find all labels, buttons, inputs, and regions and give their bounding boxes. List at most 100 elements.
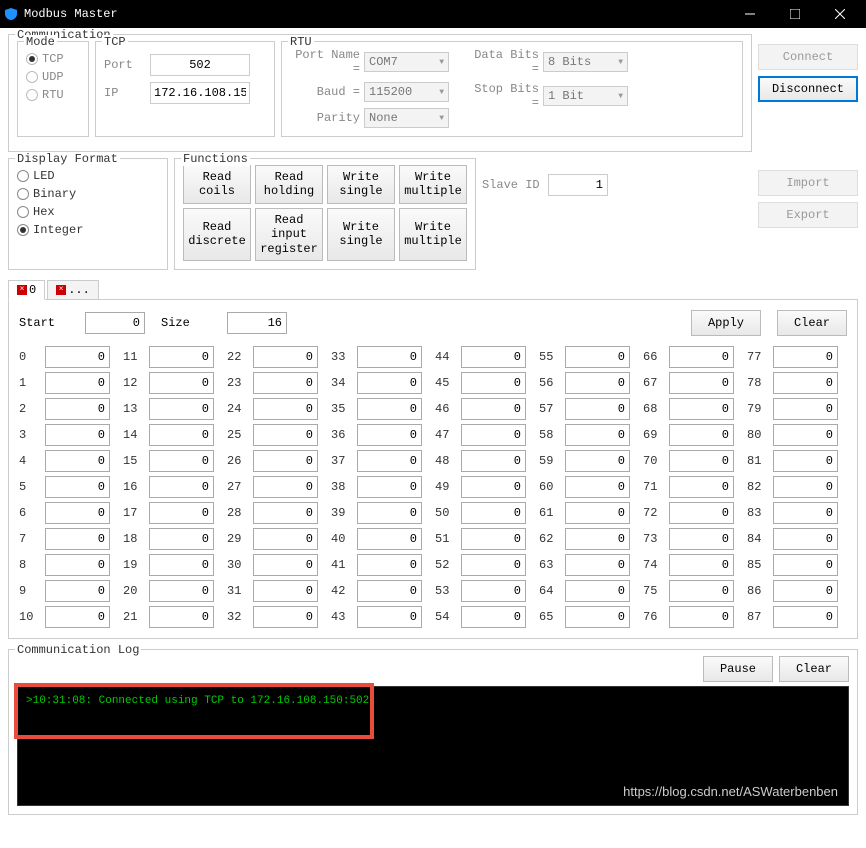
cell-input[interactable] (149, 372, 214, 394)
mode-radio-udp[interactable]: UDP (26, 70, 80, 84)
close-button[interactable] (817, 0, 862, 28)
close-tab-icon[interactable]: × (56, 285, 66, 295)
function-button-0[interactable]: Read coils (183, 165, 251, 204)
cell-input[interactable] (45, 398, 110, 420)
cell-input[interactable] (149, 606, 214, 628)
cell-input[interactable] (669, 580, 734, 602)
cell-input[interactable] (253, 476, 318, 498)
slave-id-input[interactable] (548, 174, 608, 196)
import-button[interactable]: Import (758, 170, 858, 196)
clear-button[interactable]: Clear (777, 310, 847, 336)
cell-input[interactable] (45, 580, 110, 602)
minimize-button[interactable] (727, 0, 772, 28)
cell-input[interactable] (357, 346, 422, 368)
cell-input[interactable] (461, 346, 526, 368)
cell-input[interactable] (773, 476, 838, 498)
cell-input[interactable] (669, 398, 734, 420)
cell-input[interactable] (461, 580, 526, 602)
cell-input[interactable] (45, 606, 110, 628)
cell-input[interactable] (357, 502, 422, 524)
cell-input[interactable] (773, 554, 838, 576)
cell-input[interactable] (461, 606, 526, 628)
cell-input[interactable] (669, 554, 734, 576)
cell-input[interactable] (565, 554, 630, 576)
cell-input[interactable] (565, 502, 630, 524)
cell-input[interactable] (253, 372, 318, 394)
function-button-1[interactable]: Read holding (255, 165, 323, 204)
cell-input[interactable] (669, 606, 734, 628)
cell-input[interactable] (45, 528, 110, 550)
cell-input[interactable] (461, 554, 526, 576)
cell-input[interactable] (461, 398, 526, 420)
cell-input[interactable] (253, 554, 318, 576)
display-radio-led[interactable]: LED (17, 169, 159, 183)
function-button-4[interactable]: Read discrete (183, 208, 251, 261)
log-console[interactable]: >10:31:08: Connected using TCP to 172.16… (17, 686, 849, 806)
cell-input[interactable] (253, 502, 318, 524)
cell-input[interactable] (773, 606, 838, 628)
cell-input[interactable] (253, 606, 318, 628)
databits-select[interactable]: 8 Bits▼ (543, 52, 628, 72)
ip-input[interactable] (150, 82, 250, 104)
portname-select[interactable]: COM7▼ (364, 52, 449, 72)
cell-input[interactable] (669, 476, 734, 498)
size-input[interactable] (227, 312, 287, 334)
cell-input[interactable] (565, 606, 630, 628)
export-button[interactable]: Export (758, 202, 858, 228)
cell-input[interactable] (149, 424, 214, 446)
cell-input[interactable] (773, 424, 838, 446)
mode-radio-rtu[interactable]: RTU (26, 88, 80, 102)
cell-input[interactable] (357, 580, 422, 602)
cell-input[interactable] (669, 528, 734, 550)
cell-input[interactable] (357, 476, 422, 498)
display-radio-integer[interactable]: Integer (17, 223, 159, 237)
cell-input[interactable] (461, 372, 526, 394)
cell-input[interactable] (149, 346, 214, 368)
cell-input[interactable] (357, 424, 422, 446)
pause-button[interactable]: Pause (703, 656, 773, 682)
cell-input[interactable] (149, 398, 214, 420)
cell-input[interactable] (565, 476, 630, 498)
cell-input[interactable] (461, 476, 526, 498)
cell-input[interactable] (565, 580, 630, 602)
parity-select[interactable]: None▼ (364, 108, 449, 128)
cell-input[interactable] (357, 450, 422, 472)
cell-input[interactable] (773, 502, 838, 524)
cell-input[interactable] (773, 580, 838, 602)
cell-input[interactable] (253, 398, 318, 420)
cell-input[interactable] (253, 450, 318, 472)
cell-input[interactable] (669, 346, 734, 368)
apply-button[interactable]: Apply (691, 310, 761, 336)
cell-input[interactable] (45, 424, 110, 446)
cell-input[interactable] (773, 372, 838, 394)
cell-input[interactable] (149, 528, 214, 550)
stopbits-select[interactable]: 1 Bit▼ (543, 86, 628, 106)
cell-input[interactable] (253, 424, 318, 446)
cell-input[interactable] (669, 424, 734, 446)
cell-input[interactable] (669, 450, 734, 472)
function-button-7[interactable]: Write multiple (399, 208, 467, 261)
cell-input[interactable] (461, 528, 526, 550)
mode-radio-tcp[interactable]: TCP (26, 52, 80, 66)
cell-input[interactable] (357, 398, 422, 420)
cell-input[interactable] (253, 346, 318, 368)
cell-input[interactable] (149, 554, 214, 576)
disconnect-button[interactable]: Disconnect (758, 76, 858, 102)
cell-input[interactable] (45, 372, 110, 394)
cell-input[interactable] (149, 502, 214, 524)
cell-input[interactable] (45, 450, 110, 472)
cell-input[interactable] (357, 528, 422, 550)
cell-input[interactable] (357, 554, 422, 576)
cell-input[interactable] (773, 346, 838, 368)
cell-input[interactable] (45, 502, 110, 524)
cell-input[interactable] (357, 372, 422, 394)
cell-input[interactable] (565, 398, 630, 420)
start-input[interactable] (85, 312, 145, 334)
cell-input[interactable] (253, 580, 318, 602)
function-button-6[interactable]: Write single (327, 208, 395, 261)
function-button-3[interactable]: Write multiple (399, 165, 467, 204)
port-input[interactable] (150, 54, 250, 76)
cell-input[interactable] (669, 372, 734, 394)
cell-input[interactable] (461, 502, 526, 524)
cell-input[interactable] (45, 476, 110, 498)
